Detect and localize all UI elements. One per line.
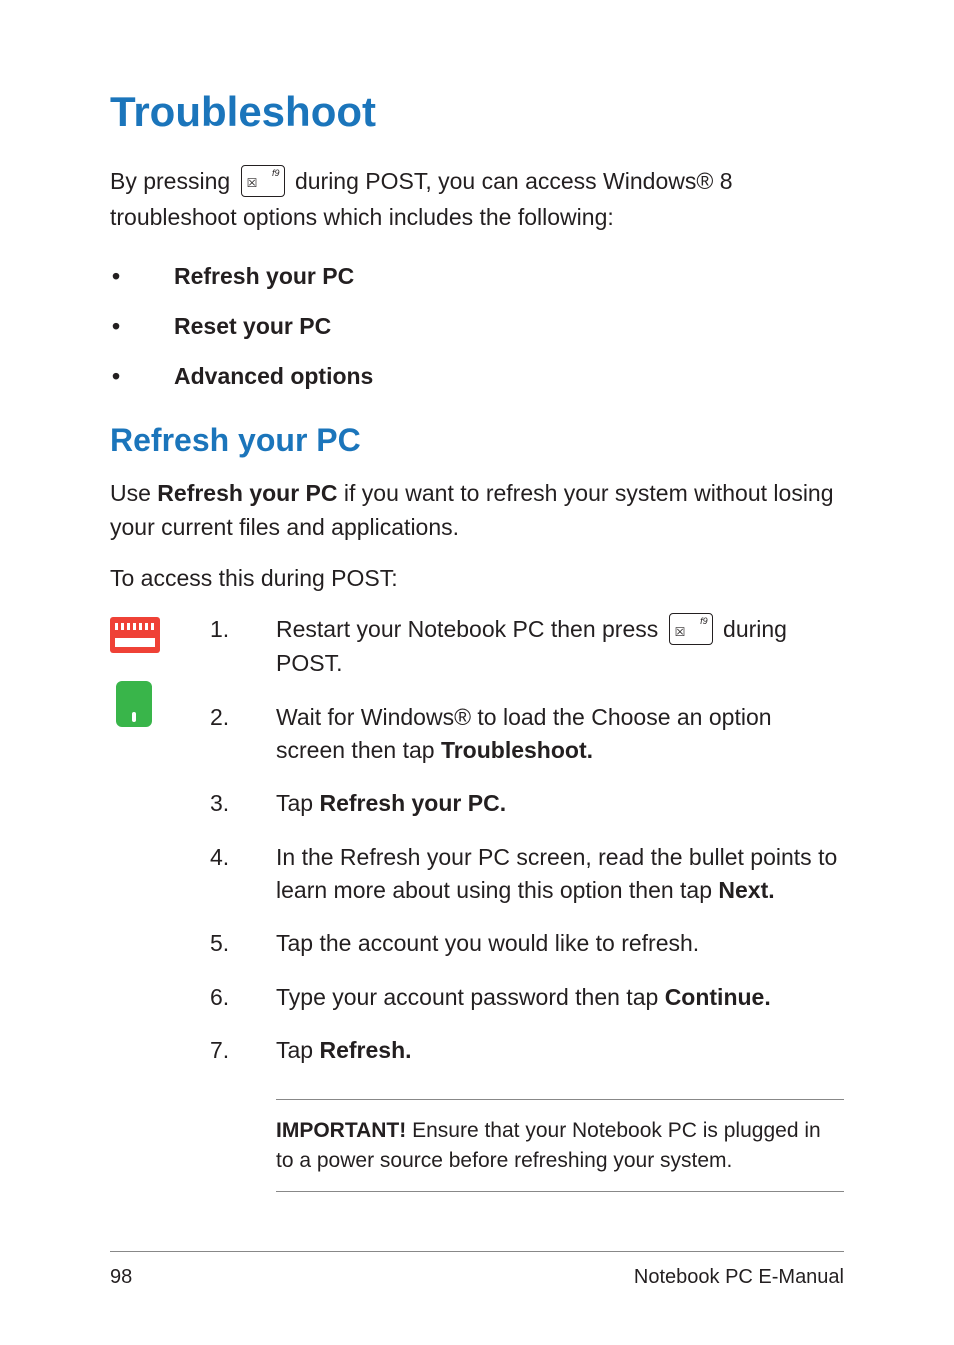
section-description: Use Refresh your PC if you want to refre… bbox=[110, 477, 844, 544]
step-6: 6. Type your account password then tap C… bbox=[210, 981, 844, 1014]
page-number: 98 bbox=[110, 1266, 132, 1289]
bullet-advanced: Advanced options bbox=[110, 359, 844, 395]
step-1: 1. Restart your Notebook PC then press f… bbox=[210, 613, 844, 680]
keyboard-icon bbox=[110, 617, 160, 653]
step-number: 6. bbox=[210, 981, 276, 1014]
step-number: 5. bbox=[210, 927, 276, 960]
bullet-reset: Reset your PC bbox=[110, 309, 844, 345]
step-bold: Continue. bbox=[665, 984, 771, 1010]
bullet-refresh: Refresh your PC bbox=[110, 259, 844, 295]
f9-key-icon: f9 ☒ bbox=[241, 165, 285, 197]
step-text: Tap Refresh your PC. bbox=[276, 787, 844, 820]
section-para-pre: Use bbox=[110, 480, 157, 506]
step-number: 1. bbox=[210, 613, 276, 680]
step-text: Type your account password then tap Cont… bbox=[276, 981, 844, 1014]
step-bold: Refresh your PC. bbox=[319, 790, 506, 816]
step-text: Tap the account you would like to refres… bbox=[276, 927, 844, 960]
step-pre: Tap bbox=[276, 1037, 319, 1063]
step-7: 7. Tap Refresh. bbox=[210, 1034, 844, 1067]
step-5: 5. Tap the account you would like to ref… bbox=[210, 927, 844, 960]
key-fn-label: f9 bbox=[272, 167, 280, 181]
step-pre: Restart your Notebook PC then press bbox=[276, 616, 665, 642]
step-bold: Next. bbox=[718, 877, 774, 903]
step-4: 4. In the Refresh your PC screen, read t… bbox=[210, 841, 844, 908]
intro-paragraph: By pressing f9☒ during POST, you can acc… bbox=[110, 164, 844, 235]
step-pre: Type your account password then tap bbox=[276, 984, 665, 1010]
step-text: Restart your Notebook PC then press f9☒ … bbox=[276, 613, 844, 680]
step-number: 7. bbox=[210, 1034, 276, 1067]
access-line: To access this during POST: bbox=[110, 562, 844, 595]
key-fn-label: f9 bbox=[700, 615, 708, 628]
step-3: 3. Tap Refresh your PC. bbox=[210, 787, 844, 820]
step-2: 2. Wait for Windows® to load the Choose … bbox=[210, 701, 844, 768]
step-text: Wait for Windows® to load the Choose an … bbox=[276, 701, 844, 768]
footer-title: Notebook PC E-Manual bbox=[634, 1266, 844, 1289]
f9-key-icon: f9 ☒ bbox=[669, 613, 713, 645]
step-number: 3. bbox=[210, 787, 276, 820]
page-footer: 98 Notebook PC E-Manual bbox=[110, 1251, 844, 1289]
step-bold: Troubleshoot. bbox=[441, 737, 593, 763]
touchpad-icon bbox=[116, 681, 152, 727]
step-number: 4. bbox=[210, 841, 276, 908]
important-label: IMPORTANT! bbox=[276, 1119, 406, 1142]
step-pre: Tap bbox=[276, 790, 319, 816]
options-bullet-list: Refresh your PC Reset your PC Advanced o… bbox=[110, 259, 844, 394]
key-glyph-icon: ☒ bbox=[675, 624, 686, 641]
icon-column bbox=[110, 613, 210, 1087]
section-para-bold: Refresh your PC bbox=[157, 480, 337, 506]
intro-pre: By pressing bbox=[110, 168, 237, 194]
step-text: In the Refresh your PC screen, read the … bbox=[276, 841, 844, 908]
page-title: Troubleshoot bbox=[110, 88, 844, 136]
key-glyph-icon: ☒ bbox=[247, 174, 258, 193]
section-heading: Refresh your PC bbox=[110, 422, 844, 459]
important-note: IMPORTANT! Ensure that your Notebook PC … bbox=[276, 1099, 844, 1192]
step-number: 2. bbox=[210, 701, 276, 768]
step-text: Tap Refresh. bbox=[276, 1034, 844, 1067]
step-bold: Refresh. bbox=[319, 1037, 411, 1063]
steps-list: 1. Restart your Notebook PC then press f… bbox=[210, 613, 844, 1087]
